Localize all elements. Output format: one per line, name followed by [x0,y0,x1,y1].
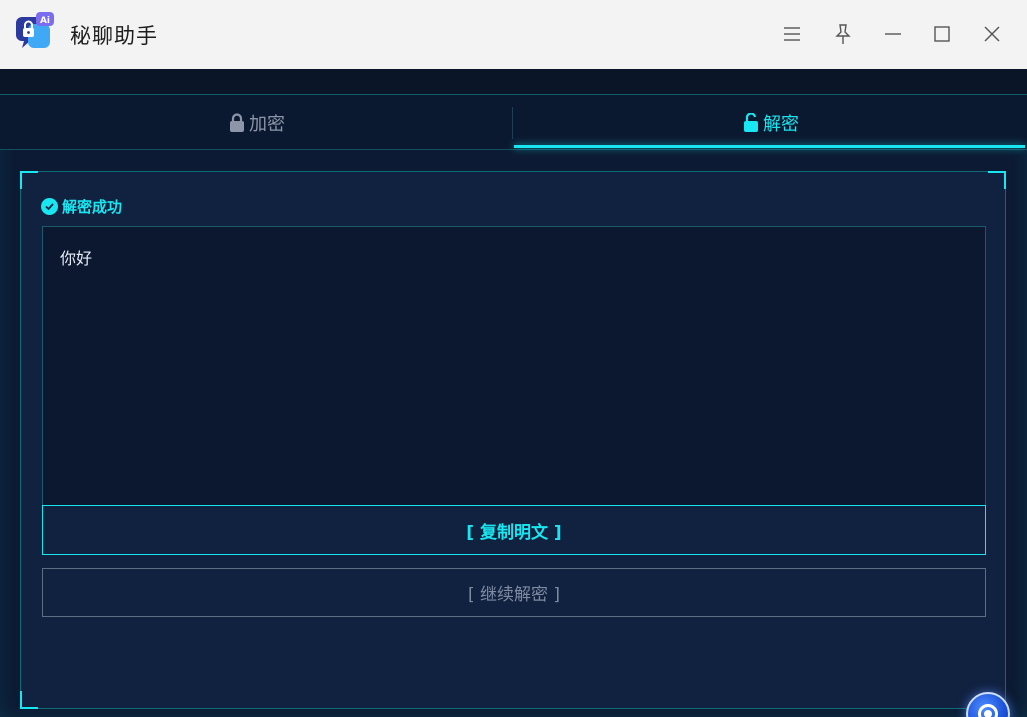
record-icon [978,704,998,717]
title-bar: Ai 秘聊助手 [0,0,1027,69]
tab-decrypt[interactable]: 解密 [514,95,1027,150]
close-button[interactable] [977,19,1007,49]
plaintext-text: 你好 [60,249,93,268]
close-icon [984,26,1000,42]
maximize-icon [934,26,950,42]
minimize-button[interactable] [878,19,908,49]
tab-decrypt-label: 解密 [763,113,799,135]
menu-icon [784,27,800,41]
app-logo-badge-text: Ai [40,16,50,26]
panel-corner [988,171,1006,189]
app-title: 秘聊助手 [70,24,158,48]
tab-divider [512,107,513,139]
copy-plaintext-button[interactable]: [ 复制明文 ] [42,505,986,555]
decrypt-panel: 解密成功 你好 [ 复制明文 ] [ 继续解密 ] [20,171,1006,709]
tab-encrypt-label: 加密 [249,113,285,135]
unlock-icon [744,113,758,132]
lock-icon [230,113,244,132]
pin-button[interactable] [828,19,858,49]
minimize-icon [885,33,901,35]
active-tab-indicator [514,145,1025,148]
continue-decrypt-button[interactable]: [ 继续解密 ] [42,568,986,617]
check-circle-icon [41,198,58,215]
status-text: 解密成功 [62,198,123,216]
tab-bar: 加密 解密 [0,95,1027,150]
app-logo-icon: Ai [14,12,54,52]
panel-corner [20,691,38,709]
decrypt-status: 解密成功 [41,196,122,217]
maximize-button[interactable] [927,19,957,49]
tab-encrypt[interactable]: 加密 [0,95,513,150]
main-content: 加密 解密 解密成功 你好 [ 复制明文 ] [ 继续解密 ] [0,94,1027,717]
header-band [0,69,1027,96]
menu-button[interactable] [777,19,807,49]
pin-icon [835,24,851,44]
plaintext-output[interactable]: 你好 [42,226,986,506]
panel-corner [20,171,38,189]
